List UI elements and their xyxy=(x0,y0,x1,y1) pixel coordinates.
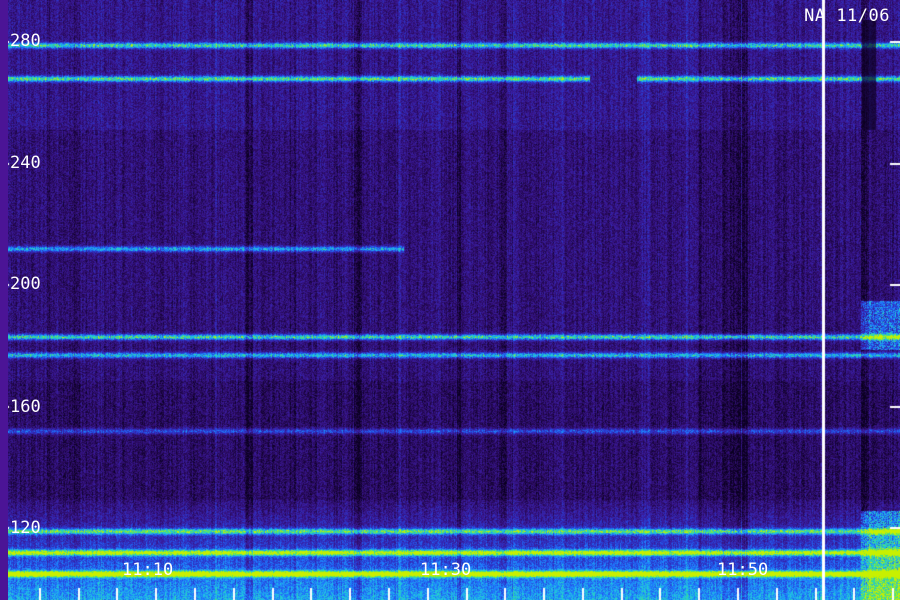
frequency-axis-strip xyxy=(0,0,8,600)
y-tick-label-280: 280 xyxy=(10,31,41,51)
y-tick-label-120: 120 xyxy=(10,518,41,538)
y-tick-label-160: 160 xyxy=(10,397,41,417)
x-tick-label-1130: 11:30 xyxy=(420,560,472,580)
x-tick-label-1150: 11:50 xyxy=(717,560,769,580)
x-tick-label-1110: 11:10 xyxy=(122,560,174,580)
y-tick-label-240: 240 xyxy=(10,153,41,173)
spectrogram-heatmap xyxy=(0,0,900,600)
station-date-label: NA 11/06 xyxy=(804,6,890,26)
y-tick-label-200: 200 xyxy=(10,274,41,294)
